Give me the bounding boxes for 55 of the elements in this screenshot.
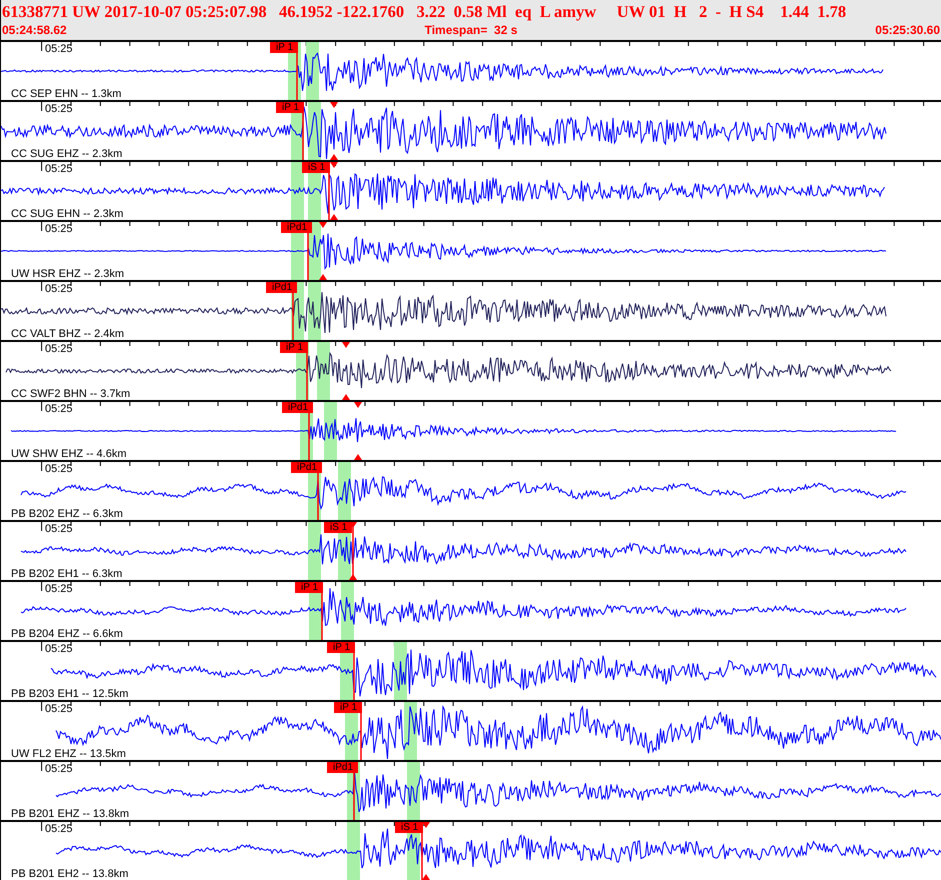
time-label: 05:25 bbox=[45, 223, 73, 235]
station-label: PB B201 EH2 -- 13.8km bbox=[11, 868, 128, 880]
station-label: CC SUG EHN -- 2.3km bbox=[11, 208, 124, 220]
station-label: UW SHW EHZ -- 4.6km bbox=[11, 448, 126, 460]
pick-flag[interactable]: iPd1 bbox=[282, 402, 314, 413]
pick-flag[interactable]: iP 1 bbox=[334, 702, 362, 713]
time-label: 05:25 bbox=[45, 763, 73, 775]
time-label: 05:25 bbox=[45, 583, 73, 595]
pick-flag[interactable]: iPd1 bbox=[281, 222, 312, 233]
pick-flag[interactable]: iPd1 bbox=[266, 282, 298, 293]
pick-window bbox=[407, 762, 420, 820]
pick-flag[interactable]: iP 1 bbox=[270, 42, 298, 53]
pick-flag[interactable]: iP 1 bbox=[280, 342, 308, 353]
station-label: CC SEP EHN -- 1.3km bbox=[11, 88, 122, 100]
pick-flag[interactable]: iPd1 bbox=[327, 762, 358, 773]
time-label: 05:25 bbox=[45, 103, 73, 115]
arrival-markers bbox=[422, 822, 430, 880]
time-label: 05:25 bbox=[45, 403, 73, 415]
pick-window bbox=[341, 582, 354, 640]
arrival-markers bbox=[342, 342, 350, 400]
station-label: CC SUG EHZ -- 2.3km bbox=[11, 148, 122, 160]
time-label: 05:25 bbox=[45, 163, 73, 175]
station-label: CC SWF2 BHN -- 3.7km bbox=[11, 388, 130, 400]
time-label: 05:25 bbox=[45, 823, 73, 835]
arrival-markers bbox=[330, 102, 338, 160]
time-label: 05:25 bbox=[45, 463, 73, 475]
time-label: 05:25 bbox=[45, 643, 73, 655]
pick-flag[interactable]: iPd1 bbox=[291, 462, 322, 473]
event-summary: 61338771 UW 2017-10-07 05:25:07.98 46.1952 -122.1760 3.22 0.58 Ml eq L amyw UW 01 H 2 - H S4 1.44 1.78 bbox=[1, 1, 848, 22]
start-time: 05:24:58.62 bbox=[2, 22, 67, 38]
time-label: 05:25 bbox=[45, 283, 73, 295]
timespan: Timespan= 32 s bbox=[424, 22, 518, 38]
station-label: PB B202 EH1 -- 6.3km bbox=[11, 568, 122, 580]
station-label: UW HSR EHZ -- 2.3km bbox=[11, 268, 124, 280]
time-label: 05:25 bbox=[45, 43, 73, 55]
arrival-markers bbox=[330, 162, 338, 220]
station-label: UW FL2 EHZ -- 13.5km bbox=[11, 748, 126, 760]
station-label: PB B203 EH1 -- 12.5km bbox=[11, 688, 128, 700]
pick-flag[interactable]: iP 1 bbox=[276, 102, 304, 113]
pick-window bbox=[338, 462, 351, 520]
station-label: CC VALT BHZ -- 2.4km bbox=[11, 328, 124, 340]
pick-window bbox=[291, 162, 304, 220]
arrival-markers bbox=[319, 222, 327, 280]
arrival-markers bbox=[354, 402, 362, 460]
end-time: 05:25:30.60 bbox=[875, 22, 940, 38]
time-label: 05:25 bbox=[45, 703, 73, 715]
pick-window bbox=[347, 822, 360, 880]
pick-flag[interactable]: iP 1 bbox=[327, 642, 356, 653]
pick-flag[interactable]: iP 1 bbox=[295, 582, 324, 593]
time-label: 05:25 bbox=[45, 343, 73, 355]
pick-window bbox=[308, 522, 321, 580]
station-label: PB B204 EHZ -- 6.6km bbox=[11, 628, 123, 640]
time-label: 05:25 bbox=[45, 523, 73, 535]
station-label: PB B201 EHZ -- 13.8km bbox=[11, 808, 129, 820]
station-label: PB B202 EHZ -- 6.3km bbox=[11, 508, 123, 520]
